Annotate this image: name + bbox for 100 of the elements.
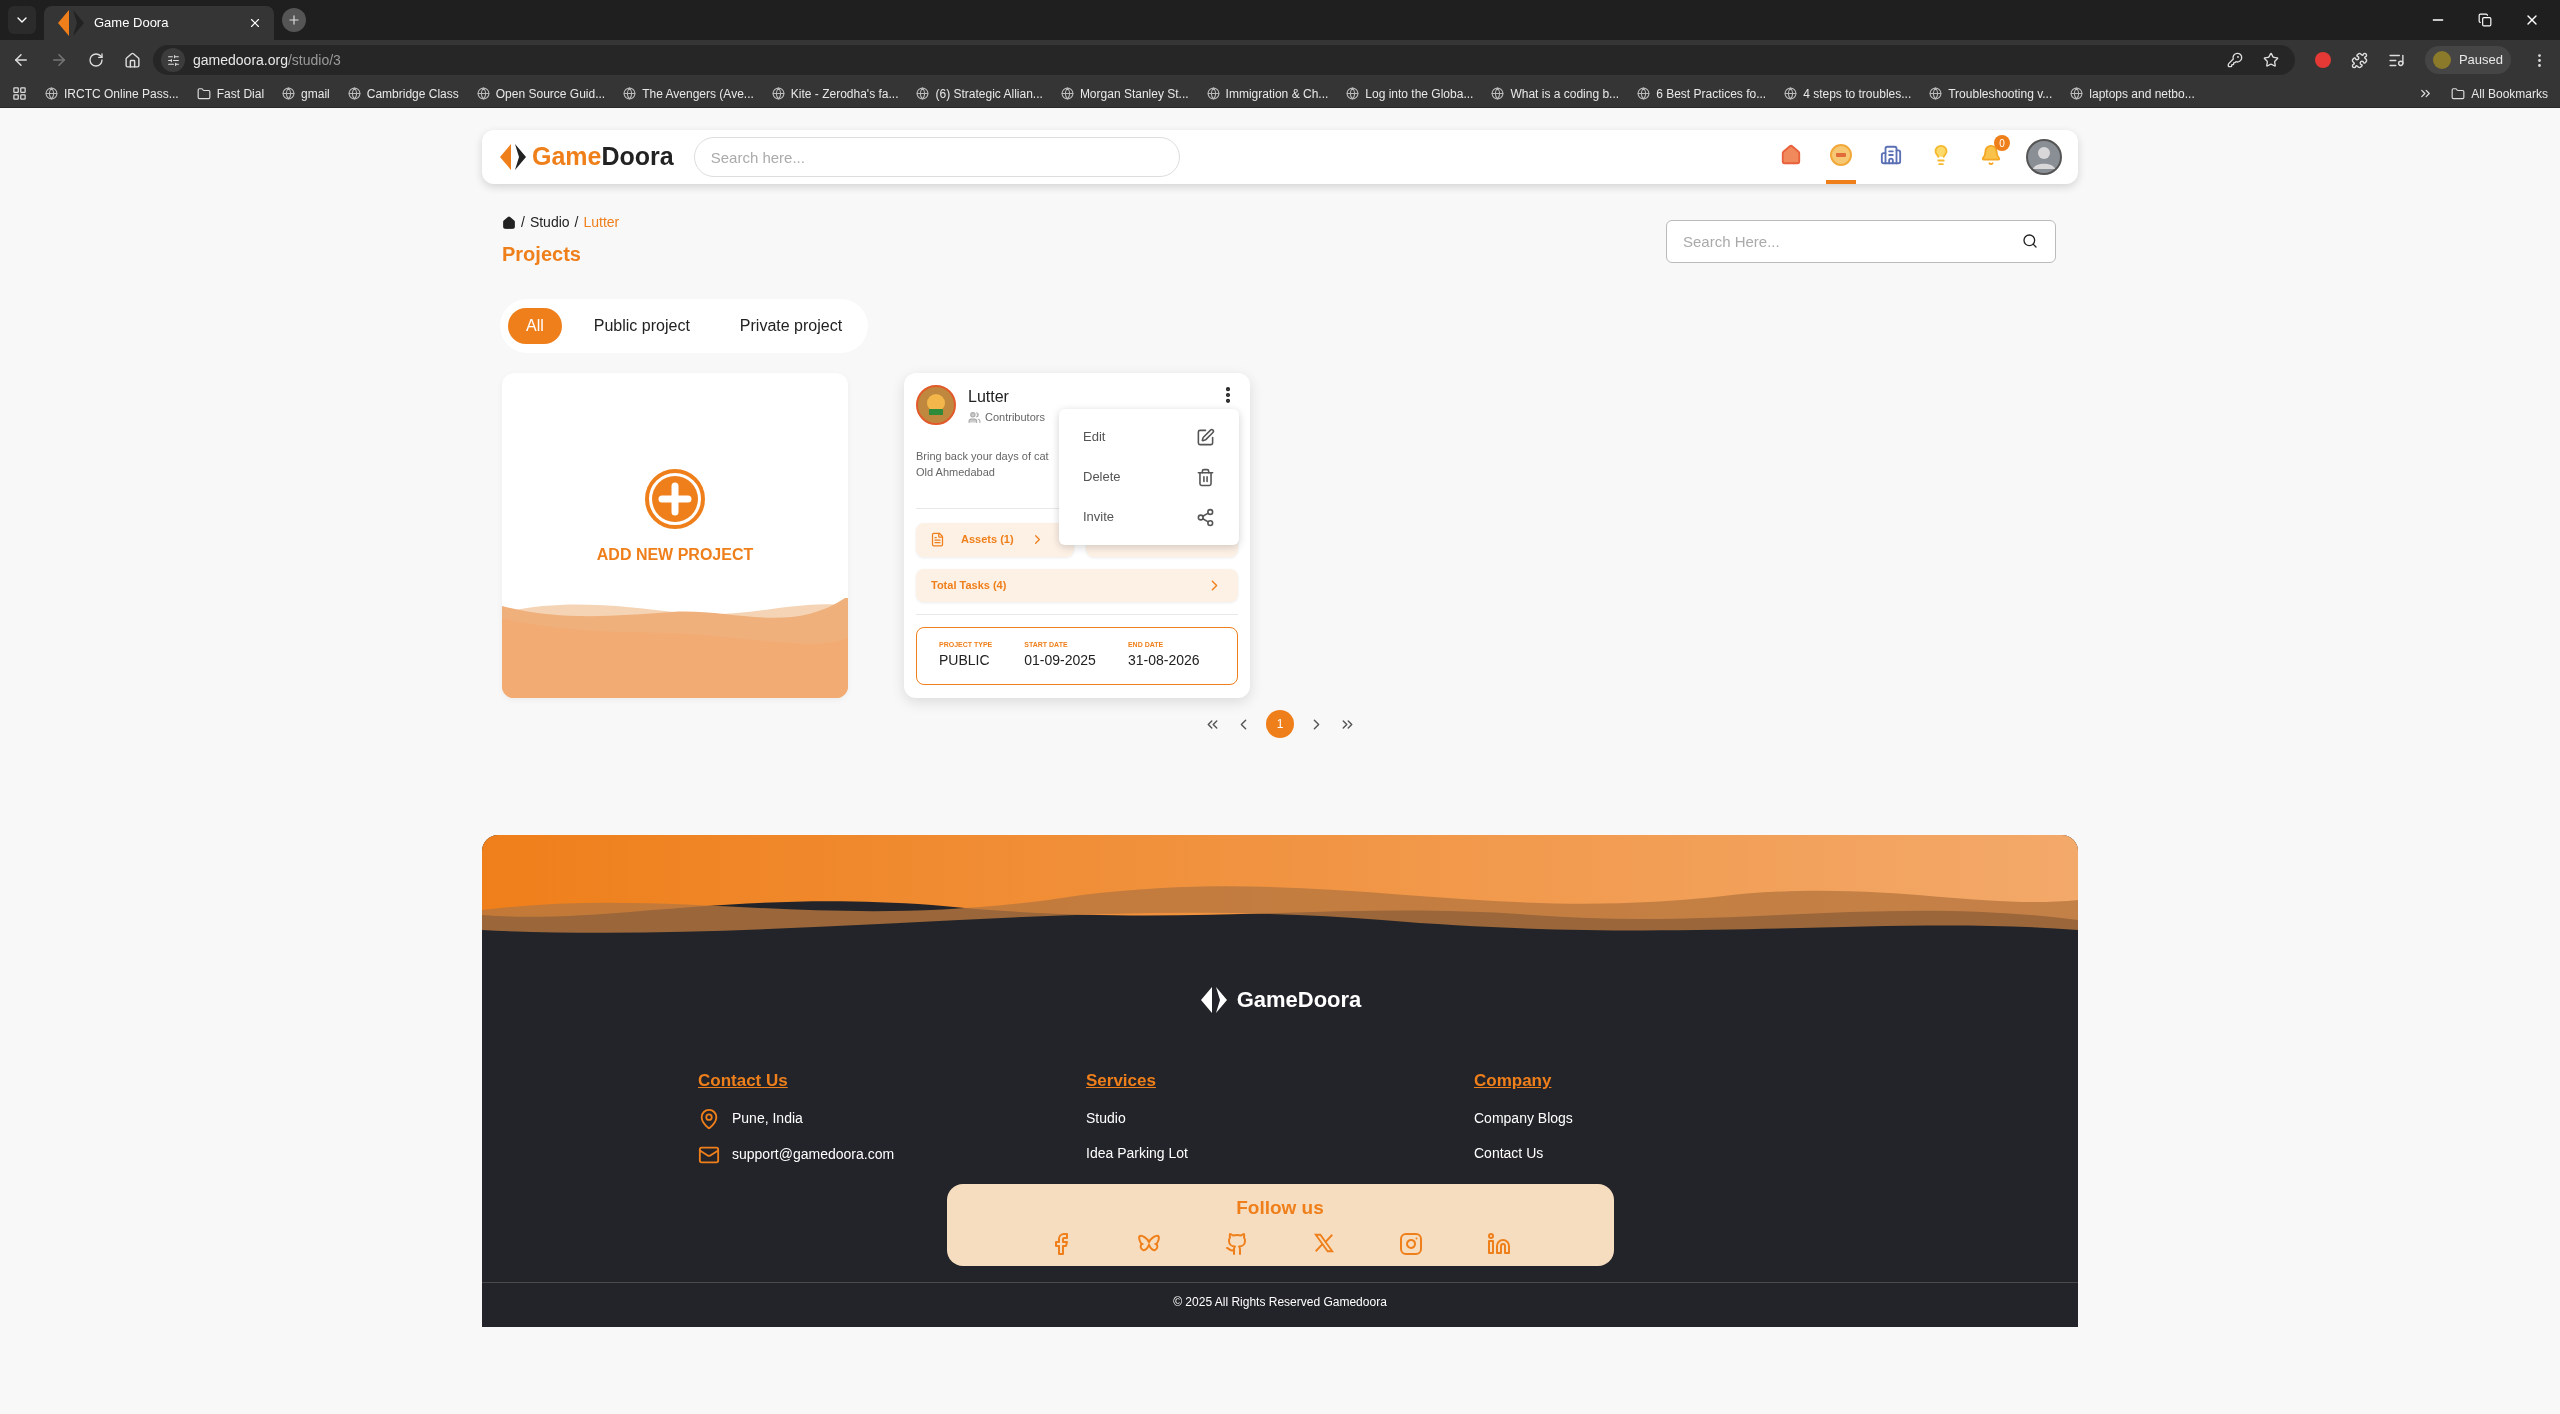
globe-icon xyxy=(1491,87,1505,100)
all-bookmarks-button[interactable]: All Bookmarks xyxy=(2451,84,2548,103)
building-icon[interactable] xyxy=(1880,144,1902,166)
bookmark-item[interactable]: Immigration & Ch... xyxy=(1206,84,1329,103)
back-icon[interactable] xyxy=(12,51,30,69)
bookmark-item[interactable]: laptops and netbo... xyxy=(2070,84,2195,103)
house-icon[interactable] xyxy=(1780,144,1802,166)
project-avatar xyxy=(916,385,956,425)
coin-icon[interactable] xyxy=(1829,143,1853,167)
bookmark-item[interactable]: 4 steps to troubles... xyxy=(1784,84,1912,103)
url-text: gamedoora.org/studio/3 xyxy=(193,50,342,70)
menu-item[interactable]: Delete xyxy=(1083,463,1215,491)
bookmark-item[interactable]: Kite - Zerodha's fa... xyxy=(771,84,899,103)
bookmark-item[interactable]: 6 Best Practices fo... xyxy=(1637,84,1767,103)
bookmark-item[interactable]: gmail xyxy=(282,84,330,103)
folder-icon xyxy=(2451,86,2466,101)
sliders-icon xyxy=(166,53,180,67)
menu-item[interactable]: Invite xyxy=(1083,503,1215,531)
address-bar[interactable]: gamedoora.org/studio/3 xyxy=(153,45,2295,75)
trash-icon xyxy=(1196,467,1215,487)
extension-icon[interactable] xyxy=(2314,52,2331,68)
globe-icon xyxy=(623,87,637,100)
footer-link[interactable]: Idea Parking Lot xyxy=(1086,1142,1188,1164)
close-icon[interactable] xyxy=(248,16,262,30)
tab-title: Game Doora xyxy=(94,14,170,33)
menu-item[interactable]: Edit xyxy=(1083,423,1215,451)
bookmark-item[interactable]: Troubleshooting v... xyxy=(1929,84,2053,103)
restore-icon[interactable] xyxy=(2478,13,2492,27)
footer-heading[interactable]: Company xyxy=(1474,1068,1862,1094)
new-tab-button[interactable] xyxy=(282,8,306,32)
globe-icon xyxy=(2070,87,2084,100)
bookmark-item[interactable]: Log into the Globa... xyxy=(1346,84,1474,103)
bookmark-item[interactable]: (6) Strategic Allian... xyxy=(916,84,1043,103)
location-pin-icon xyxy=(698,1107,720,1130)
globe-icon xyxy=(1346,87,1360,100)
browser-tab[interactable]: Game Doora xyxy=(44,6,274,40)
bookmark-item[interactable]: Morgan Stanley St... xyxy=(1060,84,1189,103)
home-icon[interactable] xyxy=(502,215,516,230)
contributors-label: Contributors xyxy=(985,410,1045,425)
share-icon xyxy=(1196,507,1215,527)
footer-logo-text: GameDoora xyxy=(1236,986,1362,1014)
logo-text: GameDoora xyxy=(532,141,674,173)
search-field[interactable]: Search here... xyxy=(693,137,1180,177)
project-name: Lutter xyxy=(968,387,1010,407)
logo-icon xyxy=(498,142,528,172)
add-project-label: ADD NEW PROJECT xyxy=(596,545,754,565)
bookmark-item[interactable]: Open Source Guid... xyxy=(476,84,606,103)
filter-tab[interactable]: Private project xyxy=(721,308,861,344)
footer-link[interactable]: Pune, India xyxy=(732,1108,803,1129)
reload-icon[interactable] xyxy=(88,52,104,68)
globe-icon xyxy=(476,87,490,100)
logo-icon xyxy=(56,8,86,38)
filter-tab[interactable]: Public project xyxy=(575,308,708,344)
tab-list-button[interactable] xyxy=(8,6,36,34)
bookmark-item[interactable]: The Avengers (Ave... xyxy=(623,84,754,103)
globe-icon xyxy=(282,87,296,100)
logo[interactable]: GameDoora xyxy=(498,138,674,176)
footer-heading[interactable]: Services xyxy=(1086,1068,1474,1094)
extensions-icon[interactable] xyxy=(2350,51,2368,69)
plus-icon xyxy=(287,13,301,27)
forward-icon[interactable] xyxy=(50,51,68,69)
plus-circle-icon xyxy=(645,469,705,529)
globe-icon xyxy=(771,87,785,100)
breadcrumb-separator: / xyxy=(521,213,525,232)
profile-avatar-icon xyxy=(2432,51,2451,69)
copyright-text: © 2025 All Rights Reserved Gamedoora xyxy=(1172,1293,1388,1311)
profile-button[interactable]: Paused xyxy=(2424,46,2511,74)
folder-icon xyxy=(196,86,211,101)
footer-link[interactable]: Contact Us xyxy=(1474,1142,1544,1164)
avatar[interactable] xyxy=(2026,139,2062,175)
footer-heading[interactable]: Contact Us xyxy=(698,1068,1086,1094)
follow-us-title: Follow us xyxy=(1236,1195,1324,1220)
bookmark-item[interactable]: Cambridge Class xyxy=(347,84,459,103)
edit-icon xyxy=(1196,427,1215,447)
search-icon[interactable] xyxy=(2022,233,2038,249)
globe-icon xyxy=(916,87,930,100)
project-search-field[interactable]: Search Here... xyxy=(1666,220,2056,263)
globe-icon xyxy=(347,87,361,100)
page-title: Projects xyxy=(502,242,582,267)
star-icon[interactable] xyxy=(2262,52,2279,68)
breadcrumb-item[interactable]: Studio xyxy=(529,212,570,233)
site-info-icon[interactable] xyxy=(161,48,185,72)
globe-icon xyxy=(1929,87,1943,100)
key-icon[interactable] xyxy=(2226,52,2243,68)
detail-value: PUBLIC xyxy=(939,651,991,671)
bookmark-item[interactable]: IRCTC Online Pass... xyxy=(45,84,179,103)
breadcrumb-item: Lutter xyxy=(583,213,620,232)
globe-icon xyxy=(45,87,58,100)
footer-link[interactable]: Studio xyxy=(1086,1107,1126,1129)
detail-value: 01-09-2025 xyxy=(1024,651,1096,671)
bookmark-item[interactable]: What is a coding b... xyxy=(1491,84,1620,103)
footer-link[interactable]: Company Blogs xyxy=(1474,1107,1573,1129)
apps-icon[interactable] xyxy=(12,86,27,101)
globe-icon xyxy=(1206,87,1220,100)
globe-icon xyxy=(1784,87,1798,100)
project-description: Bring back your days of cat Old Ahmedabad xyxy=(916,448,1050,480)
globe-icon xyxy=(1637,87,1651,100)
footer-link[interactable]: support@gamedoora.com xyxy=(732,1144,895,1165)
breadcrumb-separator: / xyxy=(574,213,579,232)
bookmark-item[interactable]: Fast Dial xyxy=(196,84,265,103)
